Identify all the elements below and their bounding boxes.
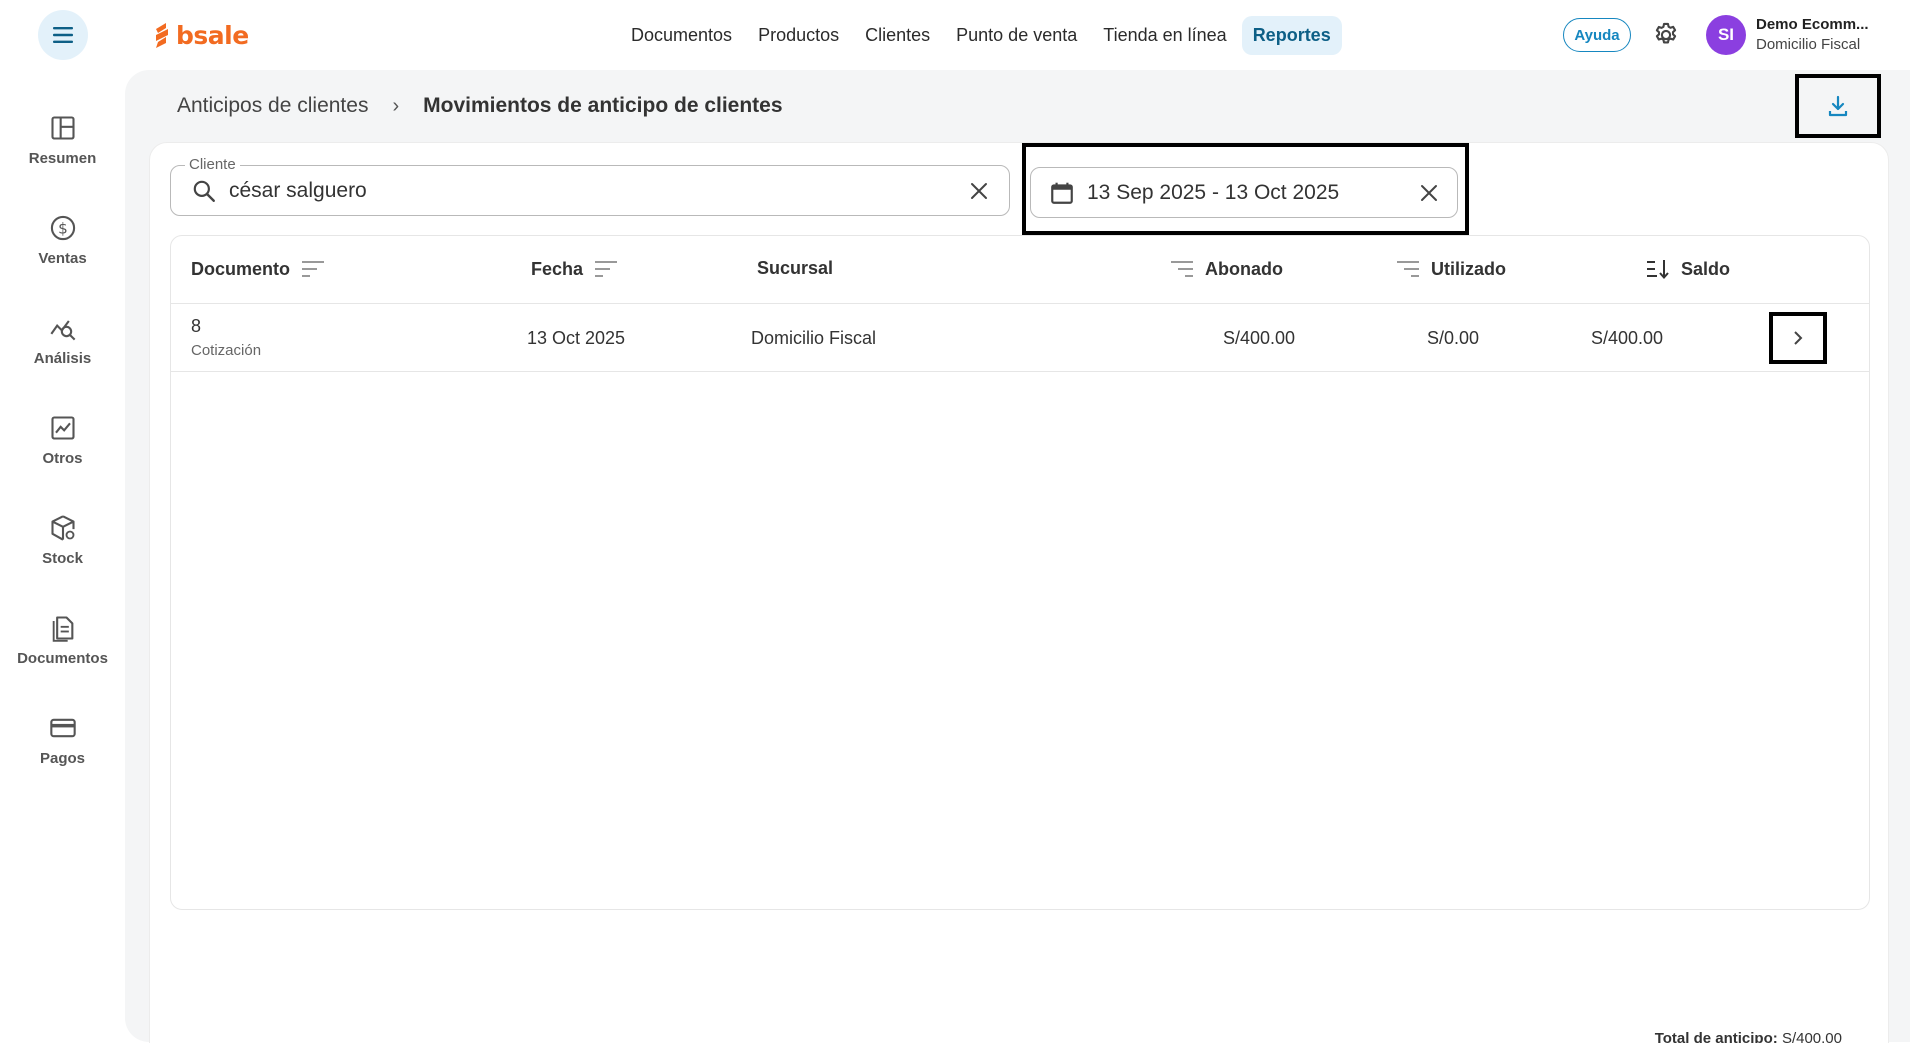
- nav-item-clientes[interactable]: Clientes: [854, 16, 941, 55]
- sidebar-label: Otros: [42, 450, 83, 467]
- help-button[interactable]: Ayuda: [1563, 18, 1631, 52]
- logo-icon: [156, 23, 168, 48]
- download-button[interactable]: [1795, 74, 1881, 138]
- client-search-input[interactable]: [229, 178, 949, 203]
- sort-descending-icon: [1647, 260, 1669, 280]
- close-icon[interactable]: [967, 179, 991, 203]
- column-header-label: Saldo: [1681, 258, 1731, 279]
- account-name: Demo Ecomm...: [1756, 16, 1869, 33]
- download-icon: [1828, 95, 1848, 117]
- breadcrumb-parent[interactable]: Anticipos de clientes: [177, 94, 368, 118]
- column-header-abonado[interactable]: Abonado: [1169, 258, 1283, 280]
- breadcrumb: Anticipos de clientes › Movimientos de a…: [177, 94, 783, 118]
- bsale-logo[interactable]: bsale: [152, 18, 249, 52]
- total-value: S/400.00: [1781, 1030, 1842, 1043]
- sidebar-item-stock[interactable]: Stock: [0, 514, 125, 594]
- cell-fecha: 13 Oct 2025: [527, 328, 626, 348]
- chevron-right-icon: ›: [392, 94, 400, 117]
- sidebar-item-ventas[interactable]: $ Ventas: [0, 214, 125, 294]
- analytics-icon: [49, 320, 75, 341]
- svg-text:$: $: [58, 219, 68, 237]
- movements-table: Documento Fecha Sucursal Abonado Utiliza…: [170, 235, 1870, 910]
- sort-icon: [302, 261, 324, 277]
- nav-item-productos[interactable]: Productos: [747, 16, 850, 55]
- avatar[interactable]: SI: [1706, 15, 1746, 55]
- dashboard-icon: [50, 116, 75, 140]
- column-header-documento[interactable]: Documento: [191, 258, 326, 280]
- sidebar-label: Stock: [42, 550, 83, 567]
- page-title: Movimientos de anticipo de clientes: [423, 94, 783, 117]
- total-advance: Total de anticipo: S/400.00: [1655, 1030, 1842, 1043]
- card-icon: [49, 718, 76, 738]
- column-header-utilizado[interactable]: Utilizado: [1395, 258, 1506, 280]
- cell-saldo: S/400.00: [1590, 328, 1663, 348]
- sort-icon: [595, 261, 618, 277]
- row-detail-button[interactable]: [1769, 312, 1827, 364]
- chevron-right-icon: [1794, 331, 1803, 345]
- date-range-highlight: 13 Sep 2025 - 13 Oct 2025: [1022, 143, 1469, 235]
- sidebar-item-analisis[interactable]: Análisis: [0, 314, 125, 394]
- nav-item-reportes[interactable]: Reportes: [1241, 15, 1342, 55]
- total-label: Total de anticipo:: [1654, 1030, 1778, 1043]
- account-info[interactable]: Demo Ecomm... Domicilio Fiscal: [1756, 16, 1886, 53]
- top-bar: bsale Documentos Productos Clientes Punt…: [0, 0, 1910, 70]
- table-header: Documento Fecha Sucursal Abonado Utiliza…: [171, 236, 1869, 304]
- main-nav: Documentos Productos Clientes Punto de v…: [620, 15, 1342, 55]
- chart-icon: [50, 416, 75, 440]
- column-header-label: Utilizado: [1431, 258, 1506, 279]
- nav-item-tienda-en-linea[interactable]: Tienda en línea: [1092, 16, 1237, 55]
- column-header-label: Fecha: [531, 258, 584, 279]
- cell-sucursal: Domicilio Fiscal: [751, 328, 877, 348]
- menu-button[interactable]: [38, 10, 88, 60]
- dollar-icon: $: [50, 215, 75, 241]
- column-header-sucursal[interactable]: Sucursal: [757, 258, 833, 279]
- sidebar-label: Documentos: [17, 650, 108, 667]
- box-icon: [50, 515, 75, 541]
- account-branch: Domicilio Fiscal: [1756, 36, 1861, 53]
- gear-icon[interactable]: [1652, 21, 1680, 49]
- client-field-label: Cliente: [185, 156, 240, 173]
- calendar-icon: [1051, 182, 1073, 204]
- hamburger-icon: [53, 27, 73, 43]
- sort-icon: [1397, 261, 1419, 277]
- nav-item-punto-de-venta[interactable]: Punto de venta: [945, 16, 1088, 55]
- document-icon: [52, 616, 73, 642]
- sidebar-label: Ventas: [38, 250, 87, 267]
- sidebar-item-resumen[interactable]: Resumen: [0, 114, 125, 194]
- sidebar-item-pagos[interactable]: Pagos: [0, 714, 125, 794]
- date-range-value: 13 Sep 2025 - 13 Oct 2025: [1087, 180, 1340, 204]
- document-number: 8: [191, 316, 202, 336]
- main-panel: Anticipos de clientes › Movimientos de a…: [125, 70, 1910, 1043]
- sidebar-label: Análisis: [33, 350, 92, 367]
- search-icon: [193, 180, 215, 202]
- logo-text: bsale: [176, 20, 249, 50]
- content-card: Cliente 13 Sep 2025 - 13 Oct 2025: [149, 142, 1889, 1043]
- nav-item-documentos[interactable]: Documentos: [620, 16, 743, 55]
- table-row[interactable]: 8 Cotización 13 Oct 2025 Domicilio Fisca…: [171, 304, 1869, 372]
- column-header-saldo[interactable]: Saldo: [1645, 258, 1730, 280]
- close-icon[interactable]: [1417, 181, 1441, 205]
- column-header-label: Sucursal: [757, 258, 834, 278]
- sidebar-label: Pagos: [39, 750, 85, 767]
- sidebar-item-documentos[interactable]: Documentos: [0, 614, 125, 694]
- sort-icon: [1171, 261, 1193, 277]
- column-header-label: Documento: [191, 258, 290, 279]
- client-search-field[interactable]: Cliente: [170, 156, 1010, 216]
- sidebar-item-otros[interactable]: Otros: [0, 414, 125, 494]
- column-header-label: Abonado: [1205, 258, 1283, 279]
- column-header-fecha[interactable]: Fecha: [531, 258, 619, 280]
- cell-utilizado: S/0.00: [1426, 328, 1479, 348]
- document-type: Cotización: [191, 342, 262, 359]
- sidebar-label: Resumen: [28, 150, 97, 167]
- cell-abonado: S/400.00: [1222, 328, 1295, 348]
- date-range-field[interactable]: 13 Sep 2025 - 13 Oct 2025: [1030, 167, 1458, 218]
